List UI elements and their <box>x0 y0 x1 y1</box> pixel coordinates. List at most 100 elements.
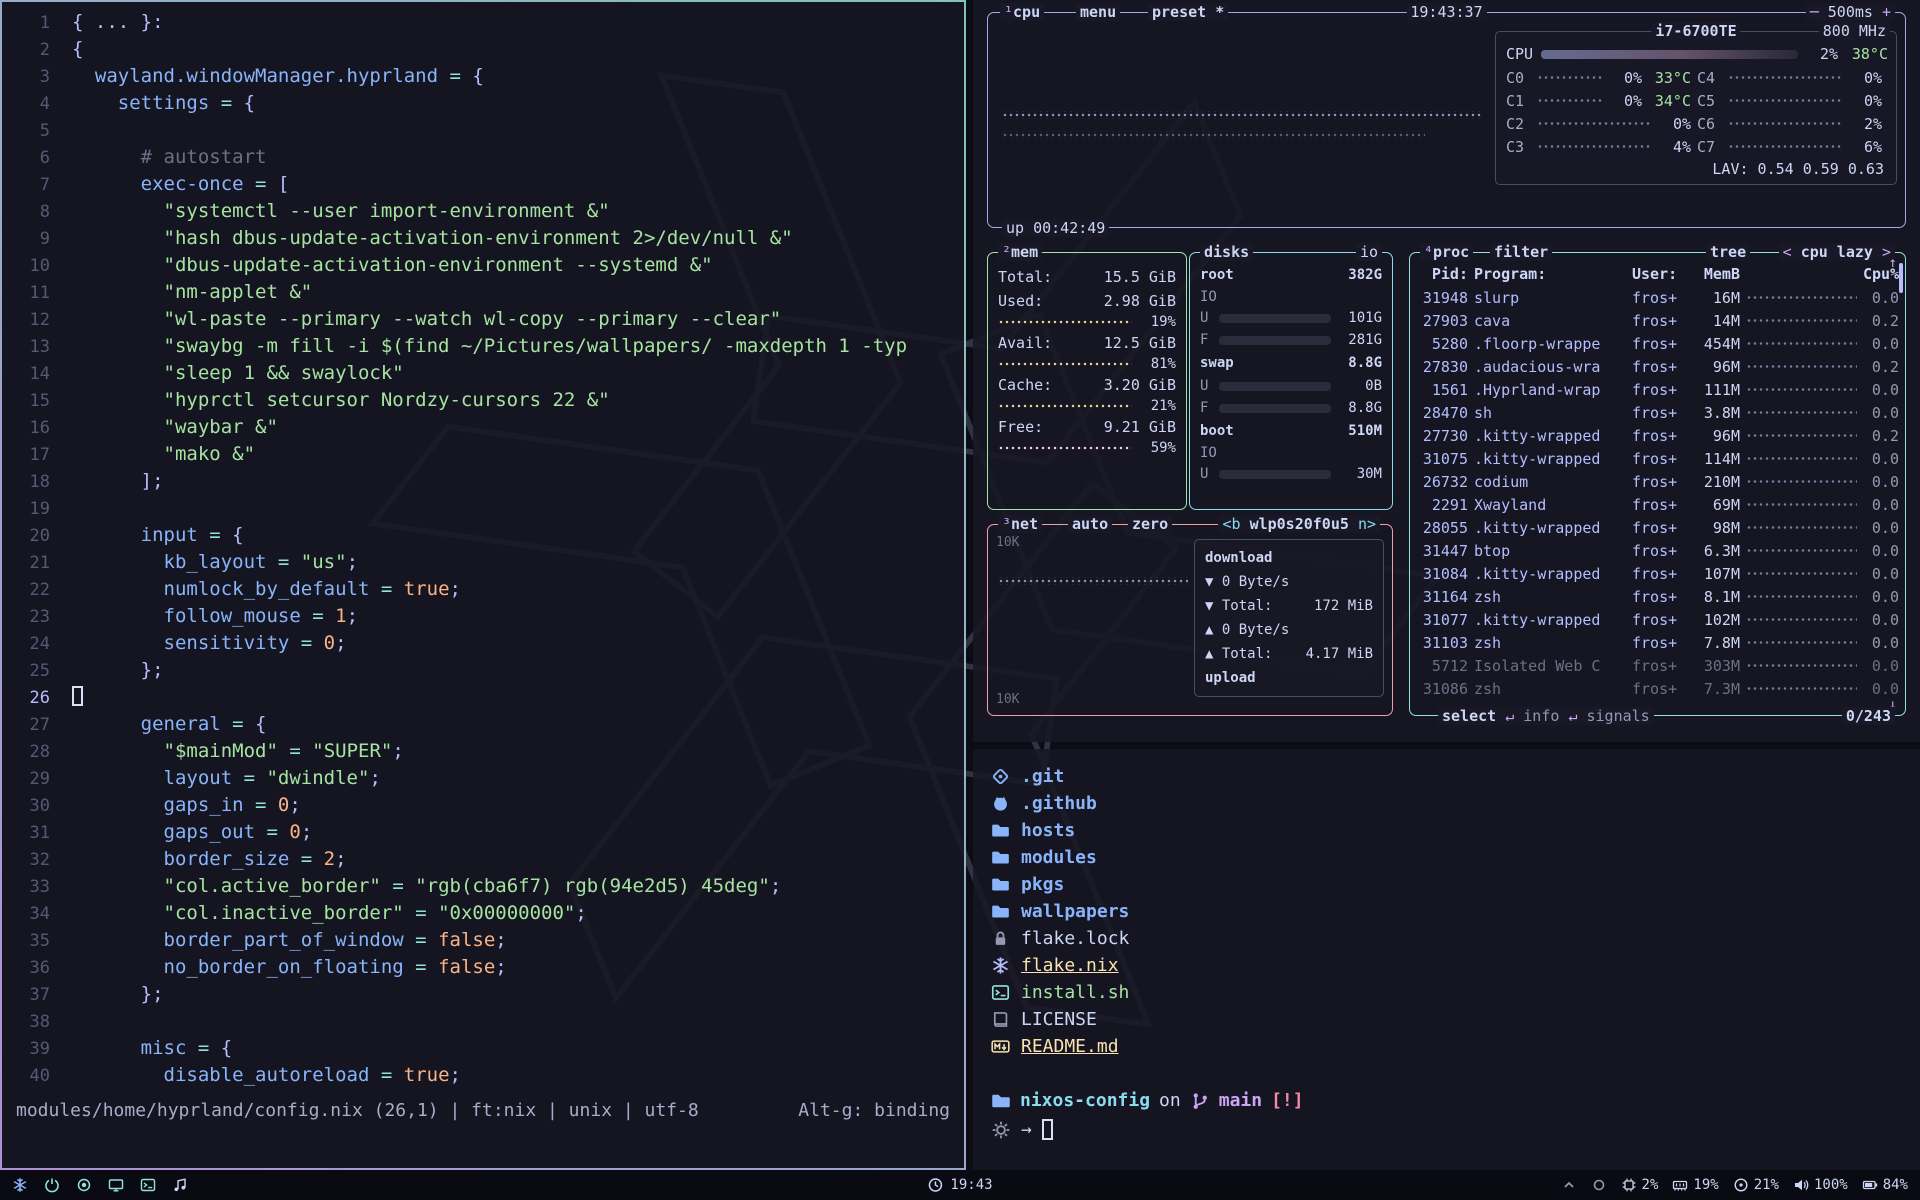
process-row[interactable]: 28470shfros+3.8M0.0 <box>1420 401 1899 424</box>
editor-line[interactable]: 30 gaps_in = 0; <box>16 792 964 819</box>
metric-volume[interactable]: 100% <box>1793 1177 1848 1193</box>
nixos-launcher-icon[interactable] <box>12 1177 28 1193</box>
editor-line[interactable]: 7 exec-once = [ <box>16 171 964 198</box>
editor-line[interactable]: 3 wayland.windowManager.hyprland = { <box>16 63 964 90</box>
header-memory[interactable]: MemB <box>1692 265 1740 283</box>
net-zero-button[interactable]: zero <box>1128 515 1172 533</box>
editor-line[interactable]: 13 "swaybg -m fill -i $(find ~/Pictures/… <box>16 333 964 360</box>
editor-line[interactable]: 23 follow_mouse = 1; <box>16 603 964 630</box>
process-row[interactable]: 31084.kitty-wrappedfros+107M0.0 <box>1420 562 1899 585</box>
network-box-title[interactable]: ³net <box>998 515 1042 533</box>
process-row[interactable]: 5712Isolated Web Cfros+303M0.0 <box>1420 654 1899 677</box>
signals-key[interactable]: signals <box>1587 707 1650 725</box>
editor-line[interactable]: 2{ <box>16 36 964 63</box>
editor-line[interactable]: 18 ]; <box>16 468 964 495</box>
editor-line[interactable]: 28 "$mainMod" = "SUPER"; <box>16 738 964 765</box>
process-row[interactable]: 31164zshfros+8.1M0.0 <box>1420 585 1899 608</box>
editor-line[interactable]: 29 layout = "dwindle"; <box>16 765 964 792</box>
sort-prev-button[interactable]: < <box>1783 243 1792 261</box>
editor-line[interactable]: 36 no_border_on_floating = false; <box>16 954 964 981</box>
metric-memory[interactable]: 19% <box>1672 1177 1718 1193</box>
editor-line[interactable]: 35 border_part_of_window = false; <box>16 927 964 954</box>
process-list-header[interactable]: Pid: Program: User: MemB Cpu% <box>1420 261 1899 286</box>
process-row[interactable]: 26732codiumfros+210M0.0 <box>1420 470 1899 493</box>
tray-expand-icon[interactable] <box>1561 1177 1577 1193</box>
editor-line[interactable]: 10 "dbus-update-activation-environment -… <box>16 252 964 279</box>
editor-line[interactable]: 26 <box>16 684 964 711</box>
editor-line[interactable]: 20 input = { <box>16 522 964 549</box>
editor-line[interactable]: 32 border_size = 2; <box>16 846 964 873</box>
process-row[interactable]: 1561.Hyprland-wrapfros+111M0.0 <box>1420 378 1899 401</box>
clock-module[interactable]: 19:43 <box>927 1177 992 1193</box>
menu-button[interactable]: menu <box>1076 3 1120 21</box>
editor-line[interactable]: 12 "wl-paste --primary --watch wl-copy -… <box>16 306 964 333</box>
process-row[interactable]: 27830.audacious-wrafros+96M0.2 <box>1420 355 1899 378</box>
memory-box-title[interactable]: ²mem <box>998 243 1042 261</box>
terminal-icon[interactable] <box>140 1177 156 1193</box>
tray-app-icon[interactable] <box>1591 1177 1607 1193</box>
metric-disk[interactable]: 21% <box>1733 1177 1779 1193</box>
editor-line[interactable]: 22 numlock_by_default = true; <box>16 576 964 603</box>
editor-line[interactable]: 27 general = { <box>16 711 964 738</box>
shell-input-line[interactable]: → <box>991 1116 1920 1143</box>
header-user[interactable]: User: <box>1632 265 1686 283</box>
process-row[interactable]: 31086zshfros+7.3M0.0 <box>1420 677 1899 700</box>
disks-io-toggle[interactable]: io <box>1356 243 1382 261</box>
process-row[interactable]: 31075.kitty-wrappedfros+114M0.0 <box>1420 447 1899 470</box>
editor-line[interactable]: 16 "waybar &" <box>16 414 964 441</box>
music-icon[interactable] <box>172 1177 188 1193</box>
net-auto-button[interactable]: auto <box>1068 515 1112 533</box>
process-row[interactable]: 27730.kitty-wrappedfros+96M0.2 <box>1420 424 1899 447</box>
process-row[interactable]: 31077.kitty-wrappedfros+102M0.0 <box>1420 608 1899 631</box>
editor-line[interactable]: 5 <box>16 117 964 144</box>
interval-increase-button[interactable]: + <box>1882 3 1891 21</box>
editor-line[interactable]: 4 settings = { <box>16 90 964 117</box>
editor-line[interactable]: 1{ ... }: <box>16 9 964 36</box>
editor-buffer[interactable]: 1{ ... }:2{3 wayland.windowManager.hyprl… <box>2 2 964 1089</box>
proc-tree-button[interactable]: tree <box>1706 243 1750 261</box>
proc-scrollbar[interactable] <box>1899 263 1903 293</box>
cpu-box-title[interactable]: ¹cpu <box>1000 3 1044 21</box>
interval-decrease-button[interactable]: ─ <box>1810 3 1819 21</box>
scroll-up-indicator[interactable]: ↑ <box>1889 255 1897 271</box>
editor-line[interactable]: 25 }; <box>16 657 964 684</box>
process-row[interactable]: 28055.kitty-wrappedfros+98M0.0 <box>1420 516 1899 539</box>
process-row[interactable]: 2291Xwaylandfros+69M0.0 <box>1420 493 1899 516</box>
disks-box-title[interactable]: disks <box>1200 243 1253 261</box>
metric-battery[interactable]: 84% <box>1862 1177 1908 1193</box>
editor-line[interactable]: 40 disable_autoreload = true; <box>16 1062 964 1089</box>
proc-filter-button[interactable]: filter <box>1490 243 1552 261</box>
header-pid[interactable]: Pid: <box>1420 265 1468 283</box>
process-row[interactable]: 31948slurpfros+16M0.0 <box>1420 286 1899 309</box>
header-program[interactable]: Program: <box>1474 265 1626 283</box>
editor-line[interactable]: 38 <box>16 1008 964 1035</box>
process-row[interactable]: 31103zshfros+7.8M0.0 <box>1420 631 1899 654</box>
update-interval-control[interactable]: ─ 500ms + <box>1806 3 1895 21</box>
select-key[interactable]: select <box>1442 707 1496 725</box>
editor-line[interactable]: 31 gaps_out = 0; <box>16 819 964 846</box>
restart-icon[interactable] <box>44 1177 60 1193</box>
record-icon[interactable] <box>76 1177 92 1193</box>
proc-sort-selector[interactable]: < cpu lazy > <box>1779 243 1895 261</box>
editor-line[interactable]: 8 "systemctl --user import-environment &… <box>16 198 964 225</box>
editor-line[interactable]: 19 <box>16 495 964 522</box>
editor-line[interactable]: 33 "col.active_border" = "rgb(cba6f7) rg… <box>16 873 964 900</box>
display-icon[interactable] <box>108 1177 124 1193</box>
process-box-title[interactable]: ⁴proc <box>1420 243 1473 261</box>
metric-cpu[interactable]: 2% <box>1621 1177 1659 1193</box>
editor-line[interactable]: 14 "sleep 1 && swaylock" <box>16 360 964 387</box>
editor-line[interactable]: 9 "hash dbus-update-activation-environme… <box>16 225 964 252</box>
editor-line[interactable]: 17 "mako &" <box>16 441 964 468</box>
editor-line[interactable]: 37 }; <box>16 981 964 1008</box>
editor-line[interactable]: 6 # autostart <box>16 144 964 171</box>
info-key[interactable]: info <box>1523 707 1559 725</box>
preset-button[interactable]: preset * <box>1148 3 1228 21</box>
editor-line[interactable]: 39 misc = { <box>16 1035 964 1062</box>
editor-line[interactable]: 11 "nm-applet &" <box>16 279 964 306</box>
editor-line[interactable]: 24 sensitivity = 0; <box>16 630 964 657</box>
editor-line[interactable]: 21 kb_layout = "us"; <box>16 549 964 576</box>
editor-line[interactable]: 34 "col.inactive_border" = "0x00000000"; <box>16 900 964 927</box>
editor-line[interactable]: 15 "hyprctl setcursor Nordzy-cursors 22 … <box>16 387 964 414</box>
process-row[interactable]: 31447btopfros+6.3M0.0 <box>1420 539 1899 562</box>
process-row[interactable]: 27903cavafros+14M0.2 <box>1420 309 1899 332</box>
